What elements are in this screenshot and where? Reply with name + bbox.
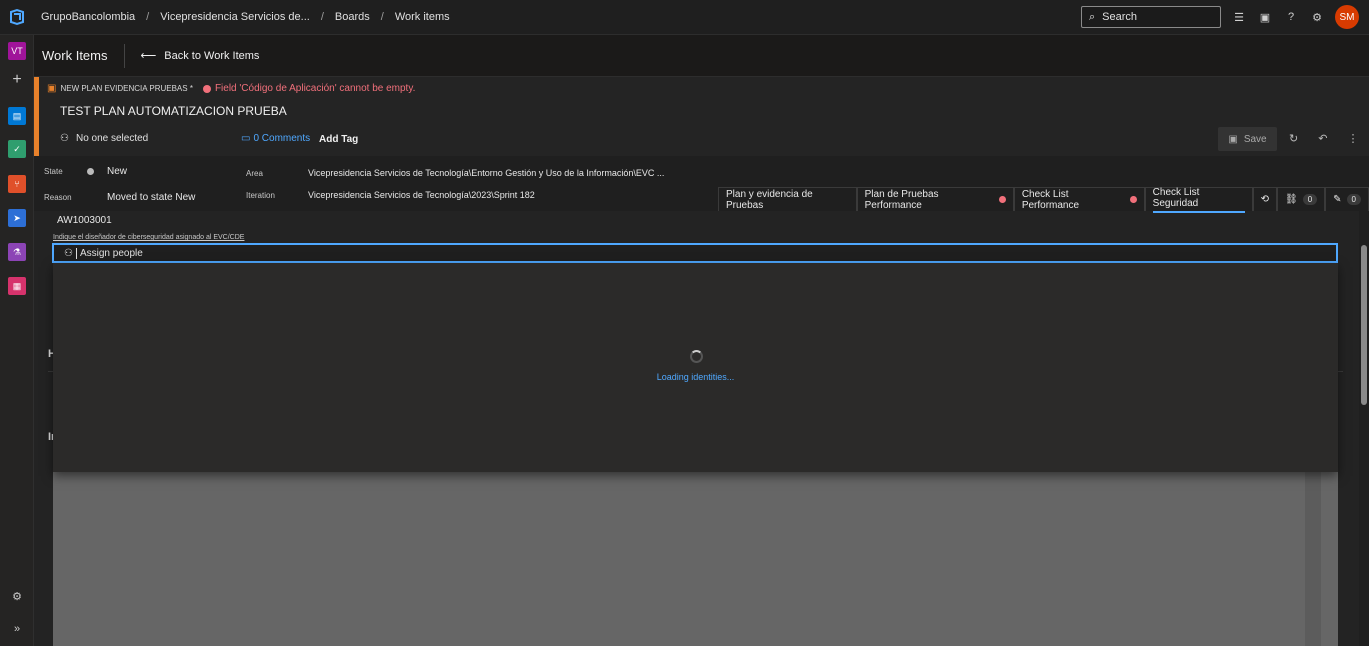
loading-text: Loading identities...	[656, 372, 735, 382]
state-value[interactable]: New	[107, 166, 127, 177]
work-item-type: NEW PLAN EVIDENCIA PRUEBAS *	[60, 84, 193, 93]
avatar[interactable]: SM	[1335, 5, 1359, 29]
comment-icon: ▭	[241, 133, 251, 144]
reason-value[interactable]: Moved to state New	[107, 192, 195, 203]
text-caret	[75, 247, 77, 259]
artifacts-icon[interactable]: ▦	[8, 277, 26, 295]
area-label: Area	[246, 169, 263, 178]
assigned-to-field[interactable]: ⚇ No one selected	[60, 133, 148, 144]
iteration-label: Iteration	[246, 191, 275, 200]
breadcrumb-project[interactable]: Vicepresidencia Servicios de...	[160, 11, 310, 23]
work-item-type-icon: ▣	[47, 83, 57, 94]
breadcrumb-org[interactable]: GrupoBancolombia	[41, 11, 135, 23]
work-item-form: ▣ NEW PLAN EVIDENCIA PRUEBAS * Field 'Có…	[34, 77, 1369, 646]
breadcrumb: GrupoBancolombia / Vicepresidencia Servi…	[41, 11, 450, 23]
application-id: AW1003001	[57, 215, 112, 226]
back-label: Back to Work Items	[164, 49, 260, 62]
tab-plan-performance[interactable]: Plan de Pruebas Performance	[856, 187, 1014, 211]
pipelines-icon[interactable]: ➤	[8, 209, 26, 227]
attachment-icon: ✎	[1333, 194, 1342, 205]
add-tag-button[interactable]: Add Tag	[319, 134, 358, 145]
left-nav: VT + ▤ ✓ ⑂ ➤ ⚗ ▦ ⚙ »	[0, 35, 34, 646]
overview-icon[interactable]: ▤	[8, 107, 26, 125]
tab-label: Plan y evidencia de Pruebas	[726, 188, 813, 211]
tab-label: Plan de Pruebas Performance	[864, 188, 939, 211]
test-plans-icon[interactable]: ⚗	[8, 243, 26, 261]
link-icon: ⛓	[1285, 194, 1298, 205]
azure-devops-logo-icon[interactable]	[0, 0, 34, 35]
form-scrollbar[interactable]	[1359, 211, 1369, 646]
search-placeholder: Search	[1102, 11, 1138, 23]
user-settings-icon[interactable]: ⚙	[1310, 8, 1324, 26]
tab-label: Check List Performance	[1021, 188, 1080, 211]
save-label: Save	[1243, 133, 1267, 145]
iteration-value[interactable]: Vicepresidencia Servicios de Tecnología\…	[308, 190, 535, 200]
links-count: 0	[1302, 194, 1318, 205]
task-list-icon[interactable]: ☰	[1232, 8, 1246, 26]
search-icon: ⌕	[1089, 10, 1096, 23]
back-button[interactable]: ⟵ Back to Work Items	[140, 49, 260, 63]
attachments-count: 0	[1346, 194, 1361, 205]
boards-icon[interactable]: ✓	[8, 140, 26, 158]
rich-text-area[interactable]	[53, 472, 1338, 646]
state-label: State	[44, 167, 63, 176]
save-icon: ▣	[1228, 133, 1238, 145]
work-item-title[interactable]: TEST PLAN AUTOMATIZACION PRUEBA	[60, 104, 287, 118]
person-icon: ⚇	[64, 247, 73, 259]
form-header: ▣ NEW PLAN EVIDENCIA PRUEBAS * Field 'Có…	[34, 77, 1369, 156]
state-dot-icon	[87, 168, 94, 175]
validation-error: Field 'Código de Aplicación' cannot be e…	[214, 83, 416, 94]
tab-history[interactable]: ⟲	[1252, 187, 1277, 211]
error-icon	[1129, 196, 1137, 203]
top-bar: GrupoBancolombia / Vicepresidencia Servi…	[0, 0, 1369, 35]
tab-label: Check List Seguridad	[1152, 187, 1245, 213]
expand-nav-icon[interactable]: »	[8, 620, 26, 638]
work-items-header: Work Items ⟵ Back to Work Items	[34, 35, 1369, 77]
loading-spinner-icon	[690, 350, 703, 363]
search-box[interactable]: ⌕ Search	[1081, 6, 1221, 28]
back-arrow-icon: ⟵	[140, 50, 157, 62]
comments-link[interactable]: ▭ 0 Comments	[241, 133, 310, 144]
error-icon	[999, 196, 1006, 203]
assign-people-input[interactable]: ⚇ Assign people	[52, 243, 1338, 263]
history-icon: ⟲	[1260, 194, 1269, 205]
comments-count: 0 Comments	[253, 133, 311, 144]
breadcrumb-work-items[interactable]: Work items	[395, 11, 450, 23]
reason-label: Reason	[44, 193, 72, 202]
person-icon: ⚇	[60, 133, 69, 144]
divider	[123, 43, 125, 68]
repos-icon[interactable]: ⑂	[8, 175, 26, 193]
marketplace-bag-icon[interactable]: ▣	[1258, 8, 1272, 26]
refresh-icon[interactable]: ↻	[1289, 132, 1298, 145]
scrollbar-thumb[interactable]	[1361, 245, 1367, 405]
form-tabs: Plan y evidencia de Pruebas Plan de Prue…	[718, 187, 1369, 213]
tab-plan-evidencia[interactable]: Plan y evidencia de Pruebas	[718, 187, 857, 211]
tab-attachments[interactable]: ✎ 0	[1325, 187, 1369, 211]
rich-text-scroll	[1305, 472, 1321, 646]
tab-links[interactable]: ⛓ 0	[1277, 187, 1326, 211]
breadcrumb-boards[interactable]: Boards	[335, 11, 370, 23]
error-icon	[202, 84, 211, 93]
project-settings-icon[interactable]: ⚙	[8, 587, 26, 605]
area-value[interactable]: Vicepresidencia Servicios de Tecnología\…	[308, 168, 664, 178]
assign-placeholder: Assign people	[79, 247, 143, 259]
tab-check-list-performance[interactable]: Check List Performance	[1013, 187, 1145, 211]
project-avatar[interactable]: VT	[8, 42, 26, 60]
add-icon[interactable]: +	[8, 71, 26, 89]
identity-picker-dropdown: Loading identities...	[53, 263, 1338, 472]
assigned-value: No one selected	[75, 133, 149, 144]
save-button[interactable]: ▣ Save	[1218, 127, 1277, 151]
field-hint: Indique el diseñador de ciberseguridad a…	[53, 234, 245, 241]
tab-check-list-seguridad[interactable]: Check List Seguridad	[1144, 187, 1253, 213]
undo-icon[interactable]: ↶	[1318, 132, 1327, 145]
help-icon[interactable]: ?	[1284, 8, 1298, 26]
more-actions-icon[interactable]: ⋮	[1347, 132, 1358, 145]
page-title: Work Items	[42, 48, 108, 63]
